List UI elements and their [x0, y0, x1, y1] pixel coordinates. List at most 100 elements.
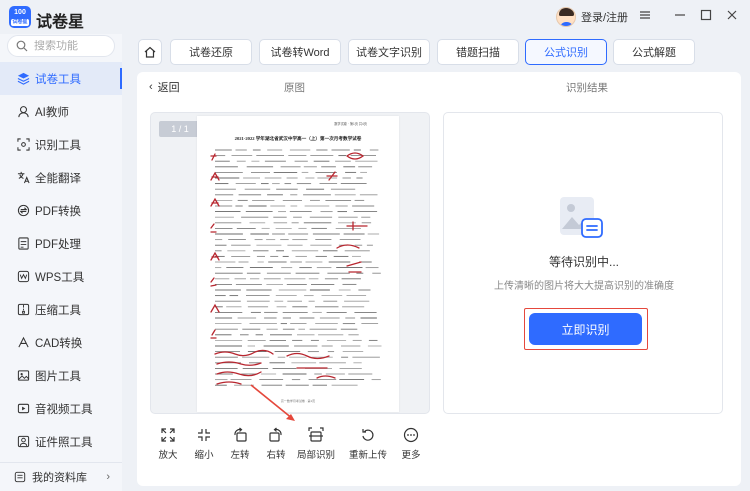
sidebar-item-label: CAD转换	[35, 337, 83, 350]
sidebar-item-image-tools[interactable]: 图片工具	[0, 359, 122, 392]
sidebar-item-exam-tools[interactable]: 试卷工具	[0, 62, 122, 95]
sidebar-nav: 试卷工具 AI教师 识别工具 全能翻译 PDF转换 PDF处理 WPS工具 压缩…	[0, 62, 122, 458]
tab-exam-restore[interactable]: 试卷还原	[170, 39, 252, 65]
translate-icon	[16, 171, 30, 185]
rotate-right-icon	[269, 427, 282, 442]
logo-number: 100	[14, 9, 26, 16]
search-input[interactable]	[34, 40, 104, 52]
sidebar-item-compress-tools[interactable]: 压缩工具	[0, 293, 122, 326]
avatar[interactable]	[556, 7, 576, 27]
original-label: 原图	[284, 82, 305, 94]
pdf-process-icon	[16, 237, 30, 251]
paper-header: 数学试卷 · 第1页 共4页	[334, 121, 367, 126]
handwriting-mark	[210, 303, 220, 313]
handwriting-mark	[216, 381, 242, 385]
waiting-hint: 上传清晰的图片将大大提高识别的准确度	[494, 281, 674, 292]
search-icon	[16, 40, 28, 52]
sidebar-item-label: 音视频工具	[35, 403, 93, 416]
handwriting-mark	[346, 261, 362, 273]
home-button[interactable]	[138, 39, 162, 65]
sidebar-item-pdf-process[interactable]: PDF处理	[0, 227, 122, 260]
more-label: 更多	[401, 450, 421, 461]
minimize-icon[interactable]	[672, 9, 688, 25]
start-recognition-button[interactable]: 立即识别	[529, 313, 642, 345]
handwriting-mark	[210, 329, 217, 339]
partial-recognize-button[interactable]: 局部识别	[297, 424, 335, 464]
tab-formula-recognition[interactable]: 公式识别	[525, 39, 607, 65]
handwriting-mark	[286, 352, 330, 360]
maximize-icon[interactable]	[698, 9, 714, 25]
reupload-icon	[362, 429, 374, 441]
menu-icon[interactable]	[637, 9, 653, 25]
wps-icon	[16, 270, 30, 284]
reupload-label: 重新上传	[348, 450, 387, 461]
rotate-left-icon	[234, 427, 247, 442]
sidebar-item-label: WPS工具	[35, 271, 85, 284]
annotation-arrow-icon	[250, 384, 295, 421]
exam-paper-drawing: 数学试卷 · 第1页 共4页 2021-2022 学年湖北省武汉中学高一（上）第…	[210, 121, 382, 403]
sidebar-item-pdf-convert[interactable]: PDF转换	[0, 194, 122, 227]
sidebar-item-label: 全能翻译	[35, 172, 81, 185]
rotate-right-button[interactable]: 右转	[258, 424, 294, 464]
sidebar-item-label: 证件照工具	[35, 436, 93, 449]
search-box[interactable]	[7, 35, 115, 57]
app-title: 试卷星	[36, 14, 85, 31]
id-photo-icon	[16, 435, 30, 449]
layers-icon	[16, 72, 30, 86]
sidebar-item-translate[interactable]: 全能翻译	[0, 161, 122, 194]
sidebar-item-wps-tools[interactable]: WPS工具	[0, 260, 122, 293]
close-icon[interactable]	[724, 9, 740, 25]
exam-paper-image: 数学试卷 · 第1页 共4页 2021-2022 学年湖北省武汉中学高一（上）第…	[197, 116, 399, 412]
my-library-label: 我的资料库	[32, 472, 87, 484]
tab-wrong-question-scan[interactable]: 错题扫描	[437, 39, 519, 65]
chevron-left-icon: ‹	[149, 81, 153, 93]
sidebar-item-id-photo-tools[interactable]: 证件照工具	[0, 425, 122, 458]
handwriting-mark	[210, 251, 220, 261]
paper-title: 2021-2022 学年湖北省武汉中学高一（上）第一次月考数学试卷	[235, 135, 362, 142]
compress-icon	[16, 303, 30, 317]
sidebar-item-label: PDF转换	[35, 205, 81, 218]
more-icon	[403, 427, 419, 443]
sidebar-item-label: 图片工具	[35, 370, 81, 383]
tab-exam-to-word[interactable]: 试卷转Word	[259, 39, 341, 65]
my-library-button[interactable]: 我的资料库 ›	[0, 462, 122, 491]
cad-icon	[16, 336, 30, 350]
title-bar: 100 试卷星 试卷星 登录/注册	[0, 0, 750, 34]
reupload-button[interactable]: 重新上传	[349, 424, 387, 464]
pdf-convert-icon	[16, 204, 30, 218]
handwriting-mark	[210, 171, 220, 181]
original-image-panel[interactable]: 1 / 1 数学试卷 · 第1页 共4页 2021-2022 学年湖北省武汉中学…	[150, 112, 430, 414]
back-label: 返回	[157, 82, 180, 94]
app-logo: 100 试卷星	[9, 6, 31, 28]
media-icon	[16, 402, 30, 416]
back-button[interactable]: ‹ 返回	[149, 79, 180, 95]
partial-recognize-icon	[308, 427, 324, 442]
handwriting-mark	[210, 153, 217, 161]
sidebar-item-label: AI教师	[35, 106, 69, 119]
sidebar-item-label: 试卷工具	[35, 73, 81, 86]
waiting-title: 等待识别中...	[548, 255, 619, 269]
login-area[interactable]: 登录/注册	[556, 6, 628, 28]
sidebar-item-cad-convert[interactable]: CAD转换	[0, 326, 122, 359]
image-placeholder-icon	[560, 197, 603, 238]
tab-formula-solving[interactable]: 公式解题	[613, 39, 695, 65]
home-icon	[144, 46, 156, 58]
sidebar-item-media-tools[interactable]: 音视频工具	[0, 392, 122, 425]
sidebar-item-label: 压缩工具	[35, 304, 81, 317]
image-toolbar: 放大 缩小 左转 右转 局部识别 重新上传 更多	[150, 424, 450, 464]
scan-icon	[16, 138, 30, 152]
logo-subtext: 试卷星	[11, 19, 29, 26]
sidebar-item-recognition-tools[interactable]: 识别工具	[0, 128, 122, 161]
recognition-result-panel: 等待识别中... 上传清晰的图片将大大提高识别的准确度 立即识别	[443, 112, 723, 414]
handwriting-mark	[326, 171, 338, 181]
sidebar: 试卷工具 AI教师 识别工具 全能翻译 PDF转换 PDF处理 WPS工具 压	[0, 34, 122, 491]
sidebar-item-ai-teacher[interactable]: AI教师	[0, 95, 122, 128]
login-link[interactable]: 登录/注册	[581, 9, 628, 25]
zoom-out-icon	[198, 429, 210, 441]
handwriting-mark	[316, 375, 336, 379]
image-icon	[16, 369, 30, 383]
tab-exam-text-ocr[interactable]: 试卷文字识别	[348, 39, 430, 65]
library-icon	[14, 471, 26, 483]
ai-teacher-icon	[16, 105, 30, 119]
more-button[interactable]: 更多	[393, 424, 429, 464]
